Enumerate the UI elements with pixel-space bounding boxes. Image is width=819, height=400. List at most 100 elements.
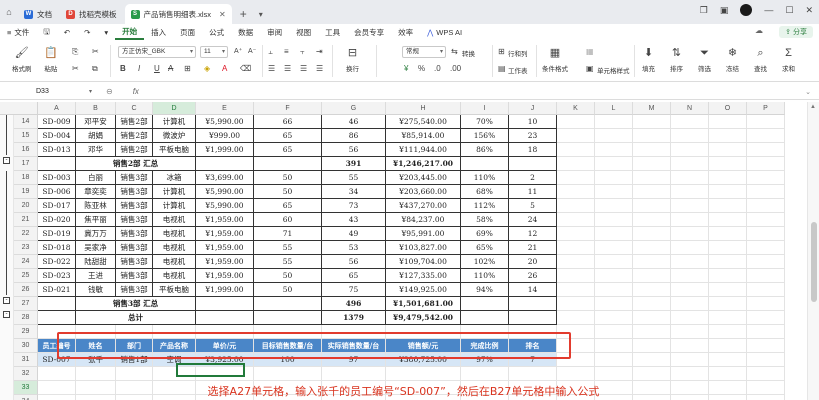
menu-efficiency[interactable]: 效率 [391, 24, 420, 40]
vertical-scrollbar[interactable]: ▲ [807, 102, 819, 400]
menu-data[interactable]: 数据 [231, 24, 260, 40]
cell-o21[interactable] [709, 213, 747, 227]
cell-o32[interactable] [709, 367, 747, 381]
indent-icon[interactable]: ⇥ [316, 47, 323, 56]
cell-d22[interactable]: 电视机 [153, 227, 196, 241]
cell-d21[interactable]: 电视机 [153, 213, 196, 227]
cell-i31[interactable]: 97% [461, 353, 509, 367]
table-style-icon[interactable]: ▦ [586, 47, 594, 56]
filter-button[interactable]: ⏷ 筛选 [698, 45, 711, 73]
cell-f30[interactable]: 目标销售数量/台 [254, 339, 322, 353]
row-header[interactable]: 25 [14, 269, 38, 283]
cell-m20[interactable] [633, 199, 671, 213]
cell-j14[interactable]: 10 [509, 115, 557, 129]
cell-o28[interactable] [709, 311, 747, 325]
undo-icon[interactable]: ↶ [57, 24, 77, 40]
cell-k14[interactable] [557, 115, 595, 129]
row-header[interactable]: 30 [14, 339, 38, 353]
cell-j26[interactable]: 14 [509, 283, 557, 297]
decimal-increase-icon[interactable]: .0 [434, 64, 441, 73]
cell-b14[interactable]: 邓平安 [76, 115, 116, 129]
cell-f16[interactable]: 65 [254, 143, 322, 157]
cell-h14[interactable]: ¥275,540.00 [386, 115, 461, 129]
row-col-label[interactable]: 行和列 [508, 48, 528, 58]
wps-ai-button[interactable]: ⋀ WPS AI [420, 24, 469, 40]
cell-j22[interactable]: 12 [509, 227, 557, 241]
column-header-c[interactable]: C [116, 102, 153, 115]
column-header-h[interactable]: H [386, 102, 461, 115]
column-header-d[interactable]: D [153, 102, 196, 115]
row-header[interactable]: 15 [14, 129, 38, 143]
cell-m17[interactable] [633, 157, 671, 171]
cell-o20[interactable] [709, 199, 747, 213]
cell-l17[interactable] [595, 157, 633, 171]
cell-a25[interactable]: SD-023 [38, 269, 76, 283]
find-button[interactable]: ⌕ 查找 [754, 45, 767, 73]
expand-icon[interactable]: ⌄ [805, 88, 811, 96]
cell-k16[interactable] [557, 143, 595, 157]
cell-l25[interactable] [595, 269, 633, 283]
row-header[interactable]: 27 [14, 297, 38, 311]
cell-p32[interactable] [747, 367, 785, 381]
maximize-icon[interactable]: ☐ [785, 5, 793, 16]
font-size-select[interactable]: 11 [200, 46, 228, 58]
cell-h18[interactable]: ¥203,445.00 [386, 171, 461, 185]
scroll-up-icon[interactable]: ▲ [810, 104, 816, 110]
worksheet-icon[interactable]: ▤ [498, 64, 506, 73]
cell-a27[interactable] [38, 297, 76, 311]
cell-b26[interactable]: 钱敏 [76, 283, 116, 297]
row-header[interactable]: 28 [14, 311, 38, 325]
cell-a21[interactable]: SD-020 [38, 213, 76, 227]
cell-e19[interactable]: ¥5,990.00 [196, 185, 254, 199]
row-header[interactable]: 32 [14, 367, 38, 381]
cell-e22[interactable]: ¥1,959.00 [196, 227, 254, 241]
row-header[interactable]: 14 [14, 115, 38, 129]
cell-i24[interactable]: 102% [461, 255, 509, 269]
cell-f14[interactable]: 66 [254, 115, 322, 129]
cell-m30[interactable] [633, 339, 671, 353]
cell-c22[interactable]: 销售3部 [116, 227, 153, 241]
more-icon[interactable]: ▾ [97, 24, 115, 40]
cell-n24[interactable] [671, 255, 709, 269]
cell-e16[interactable]: ¥1,999.00 [196, 143, 254, 157]
cell-l32[interactable] [595, 367, 633, 381]
cell-b16[interactable]: 邓华 [76, 143, 116, 157]
cell-d14[interactable]: 计算机 [153, 115, 196, 129]
column-header-e[interactable]: E [196, 102, 254, 115]
cell-o27[interactable] [709, 297, 747, 311]
cell-p21[interactable] [747, 213, 785, 227]
cell-i27[interactable] [461, 297, 509, 311]
chevron-down-icon[interactable]: ▾ [253, 4, 269, 24]
cell-p17[interactable] [747, 157, 785, 171]
row-header[interactable]: 20 [14, 199, 38, 213]
cell-k26[interactable] [557, 283, 595, 297]
cell-m24[interactable] [633, 255, 671, 269]
cell-i29[interactable] [461, 325, 509, 339]
menu-home[interactable]: 开始 [115, 24, 145, 40]
cell-n28[interactable] [671, 311, 709, 325]
cell-d30[interactable]: 产品名称 [153, 339, 196, 353]
cell-k15[interactable] [557, 129, 595, 143]
cell-i18[interactable]: 110% [461, 171, 509, 185]
shrink-font-icon[interactable]: A⁻ [248, 47, 256, 55]
cell-a31[interactable]: SD-007 [38, 353, 76, 367]
column-header-g[interactable]: G [322, 102, 386, 115]
close-icon[interactable]: ✕ [219, 10, 226, 19]
cell-k19[interactable] [557, 185, 595, 199]
cell-a16[interactable]: SD-013 [38, 143, 76, 157]
cell-j25[interactable]: 26 [509, 269, 557, 283]
cell-h25[interactable]: ¥127,335.00 [386, 269, 461, 283]
minimize-icon[interactable]: — [764, 5, 773, 15]
cell-a14[interactable]: SD-009 [38, 115, 76, 129]
worksheet-label[interactable]: 工作表 [508, 65, 528, 75]
cell-m21[interactable] [633, 213, 671, 227]
cell-m15[interactable] [633, 129, 671, 143]
new-tab-button[interactable]: + [234, 4, 253, 24]
cell-h29[interactable] [386, 325, 461, 339]
cell-style-icon[interactable]: ▣ [586, 64, 594, 73]
bold-icon[interactable]: B [120, 64, 126, 73]
row-header[interactable]: 19 [14, 185, 38, 199]
format-painter-button[interactable]: 🖌 格式刷 [12, 45, 32, 73]
cell-b25[interactable]: 王进 [76, 269, 116, 283]
cell-g25[interactable]: 65 [322, 269, 386, 283]
